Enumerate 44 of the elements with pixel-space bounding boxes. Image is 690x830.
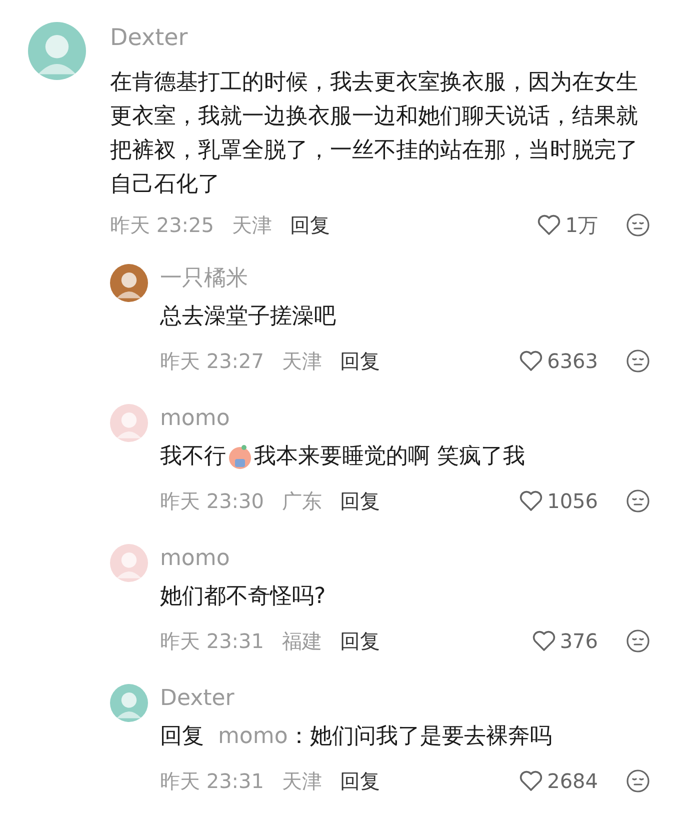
reply-link[interactable]: 回复	[340, 488, 380, 514]
neutral-face-icon	[626, 213, 650, 237]
dislike-button[interactable]	[626, 769, 650, 793]
neutral-face-icon	[626, 349, 650, 373]
heart-icon	[519, 490, 544, 512]
reply-link[interactable]: 回复	[340, 348, 380, 374]
comment-time: 昨天 23:25	[110, 212, 214, 238]
comment-location: 天津	[282, 348, 322, 374]
neutral-face-icon	[626, 489, 650, 513]
heart-icon	[519, 770, 544, 792]
comment-text: 我本来要睡觉的啊 笑疯了我	[254, 443, 525, 471]
heart-icon	[532, 630, 556, 652]
comment-text: 我不行	[160, 443, 226, 471]
dislike-button[interactable]	[626, 489, 650, 513]
neutral-face-icon	[626, 769, 650, 793]
reply-link[interactable]: 回复	[290, 212, 330, 238]
neutral-face-icon	[626, 629, 650, 653]
comment-location: 天津	[282, 768, 322, 794]
dislike-button[interactable]	[626, 629, 650, 653]
reply-link[interactable]: 回复	[340, 628, 380, 654]
comment-text: 她们都不奇怪吗?	[160, 583, 326, 611]
dislike-button[interactable]	[626, 213, 650, 237]
emoji-icon	[227, 444, 253, 470]
like-button[interactable]: 376	[532, 629, 598, 653]
comment-location: 福建	[282, 628, 322, 654]
heart-icon	[537, 214, 562, 236]
reply-label: 回复	[160, 723, 204, 751]
comment-time: 昨天 23:31	[160, 628, 264, 654]
comment-text: 在肯德基打工的时候，我去更衣室换衣服，因为在女生更衣室，我就一边换衣服一边和她们聊天说话，结果就把裤衩，乳罩全脱了，一丝不挂的站在那，当时脱完了自己石化了	[110, 69, 639, 199]
reply-link[interactable]: 回复	[340, 768, 380, 794]
comment-location: 天津	[232, 212, 272, 238]
like-button[interactable]: 6363	[519, 349, 598, 373]
comment-location: 广东	[282, 488, 322, 514]
like-button[interactable]: 1056	[519, 489, 598, 513]
like-button[interactable]: 2684	[519, 769, 598, 793]
avatar[interactable]	[110, 264, 148, 302]
dislike-button[interactable]	[626, 349, 650, 373]
like-button[interactable]: 1万	[537, 212, 598, 238]
comment-time: 昨天 23:27	[160, 348, 264, 374]
comment-text: ：她们问我了是要去裸奔吗	[288, 723, 552, 751]
comment-time: 昨天 23:30	[160, 488, 264, 514]
heart-icon	[519, 350, 544, 372]
comment-text: 总去澡堂子搓澡吧	[160, 303, 336, 331]
comment-time: 昨天 23:31	[160, 768, 264, 794]
